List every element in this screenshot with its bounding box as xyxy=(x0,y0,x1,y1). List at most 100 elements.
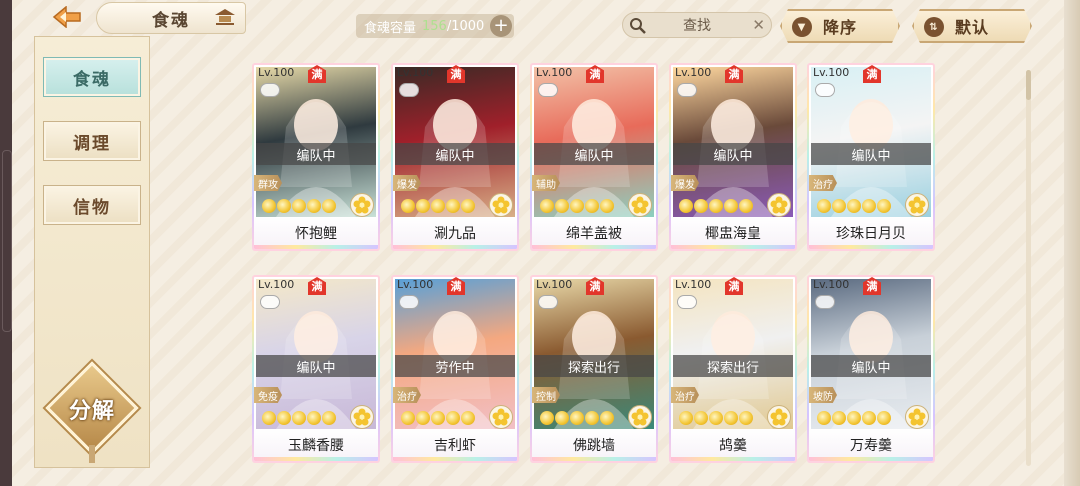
star-rating xyxy=(401,199,475,215)
right-frame xyxy=(1064,0,1080,486)
search-input[interactable]: 查找 ✕ xyxy=(622,12,772,38)
character-name: 珍珠日月贝 xyxy=(809,217,933,249)
character-name: 绵羊盖被 xyxy=(532,217,656,249)
star-rating xyxy=(262,411,336,427)
back-button[interactable] xyxy=(50,6,84,28)
food-soul-card[interactable]: Lv.100 满 编队中 辅助 绵羊盖被 xyxy=(530,63,658,251)
star-icon xyxy=(540,411,554,425)
dish-icon xyxy=(677,295,697,309)
status-banner: 探索出行 xyxy=(534,355,654,377)
dish-icon xyxy=(815,295,835,309)
sort-order-button[interactable]: ▼ 降序 xyxy=(780,9,900,43)
food-soul-card[interactable]: Lv.100 满 编队中 群攻 怀抱鲤 xyxy=(252,63,380,251)
capacity-display: 食魂容量 156 /1000 + xyxy=(356,14,514,38)
food-soul-card[interactable]: Lv.100 满 探索出行 治疗 鸪羹 xyxy=(669,275,797,463)
status-banner: 编队中 xyxy=(811,355,931,377)
star-icon xyxy=(277,411,291,425)
flower-icon xyxy=(628,405,652,429)
star-icon xyxy=(446,199,460,213)
sort-default-button[interactable]: ⇅ 默认 xyxy=(912,9,1032,43)
character-name: 万寿羹 xyxy=(809,429,933,461)
tassel-decoration xyxy=(89,445,95,463)
food-soul-card[interactable]: Lv.100 满 编队中 免疫 玉麟香腰 xyxy=(252,275,380,463)
star-icon xyxy=(739,411,753,425)
star-icon xyxy=(461,199,475,213)
sort-order-label: 降序 xyxy=(822,18,857,37)
star-icon xyxy=(555,411,569,425)
star-rating xyxy=(401,411,475,427)
scrollbar-thumb[interactable] xyxy=(1026,70,1031,100)
flower-icon xyxy=(628,193,652,217)
star-icon xyxy=(694,199,708,213)
decompose-button[interactable]: 分解 xyxy=(37,361,147,463)
star-rating xyxy=(540,199,614,215)
expand-capacity-button[interactable]: + xyxy=(490,15,512,37)
level-label: Lv.100 xyxy=(258,66,295,79)
level-label: Lv.100 xyxy=(813,278,850,291)
search-placeholder: 查找 xyxy=(683,18,711,34)
star-rating xyxy=(817,411,891,427)
star-icon xyxy=(694,411,708,425)
status-banner: 探索出行 xyxy=(673,355,793,377)
role-tag: 治疗 xyxy=(809,175,837,191)
capacity-label: 食魂容量 xyxy=(364,20,417,36)
sidebar: 食魂 调理 信物 分解 xyxy=(34,36,150,468)
food-soul-card[interactable]: Lv.100 满 编队中 爆发 椰盅海皇 xyxy=(669,63,797,251)
character-name: 怀抱鲤 xyxy=(254,217,378,249)
role-tag: 爆发 xyxy=(393,175,421,191)
star-icon xyxy=(446,411,460,425)
star-icon xyxy=(877,411,891,425)
status-banner: 编队中 xyxy=(256,355,376,377)
star-icon xyxy=(709,411,723,425)
star-icon xyxy=(817,199,831,213)
tab-tokens[interactable]: 信物 xyxy=(43,185,141,225)
character-name: 涮九品 xyxy=(393,217,517,249)
level-label: Lv.100 xyxy=(397,278,434,291)
flower-icon xyxy=(350,405,374,429)
tab-food-souls[interactable]: 食魂 xyxy=(43,57,141,97)
dish-icon xyxy=(260,295,280,309)
food-soul-card[interactable]: Lv.100 满 劳作中 治疗 吉利虾 xyxy=(391,275,519,463)
status-banner: 编队中 xyxy=(534,143,654,165)
food-soul-card[interactable]: Lv.100 满 编队中 爆发 涮九品 xyxy=(391,63,519,251)
star-icon xyxy=(585,199,599,213)
character-name: 佛跳墙 xyxy=(532,429,656,461)
star-icon xyxy=(847,411,861,425)
star-icon xyxy=(862,411,876,425)
dish-icon xyxy=(260,83,280,97)
role-tag: 治疗 xyxy=(393,387,421,403)
star-icon xyxy=(570,411,584,425)
star-icon xyxy=(877,199,891,213)
food-soul-card[interactable]: Lv.100 满 编队中 坡防 万寿羹 xyxy=(807,275,935,463)
star-icon xyxy=(832,199,846,213)
star-icon xyxy=(461,411,475,425)
star-icon xyxy=(416,411,430,425)
food-soul-card[interactable]: Lv.100 满 编队中 治疗 珍珠日月贝 xyxy=(807,63,935,251)
star-rating xyxy=(262,199,336,215)
star-icon xyxy=(862,199,876,213)
star-icon xyxy=(292,199,306,213)
level-label: Lv.100 xyxy=(813,66,850,79)
star-icon xyxy=(307,199,321,213)
status-banner: 劳作中 xyxy=(395,355,515,377)
character-name: 玉麟香腰 xyxy=(254,429,378,461)
star-icon xyxy=(401,411,415,425)
back-arrow-icon xyxy=(52,6,81,28)
left-frame xyxy=(0,0,12,486)
sort-down-icon: ▼ xyxy=(792,17,812,37)
clear-search-icon[interactable]: ✕ xyxy=(752,16,765,34)
star-icon xyxy=(277,199,291,213)
star-icon xyxy=(416,199,430,213)
level-label: Lv.100 xyxy=(397,66,434,79)
level-label: Lv.100 xyxy=(536,66,573,79)
star-icon xyxy=(724,199,738,213)
dish-icon xyxy=(399,83,419,97)
flower-icon xyxy=(905,405,929,429)
tab-conditioning[interactable]: 调理 xyxy=(43,121,141,161)
star-icon xyxy=(724,411,738,425)
pagoda-icon xyxy=(215,9,235,25)
status-banner: 编队中 xyxy=(256,143,376,165)
scrollbar[interactable] xyxy=(1026,70,1031,466)
role-tag: 控制 xyxy=(532,387,560,403)
food-soul-card[interactable]: Lv.100 满 探索出行 控制 佛跳墙 xyxy=(530,275,658,463)
